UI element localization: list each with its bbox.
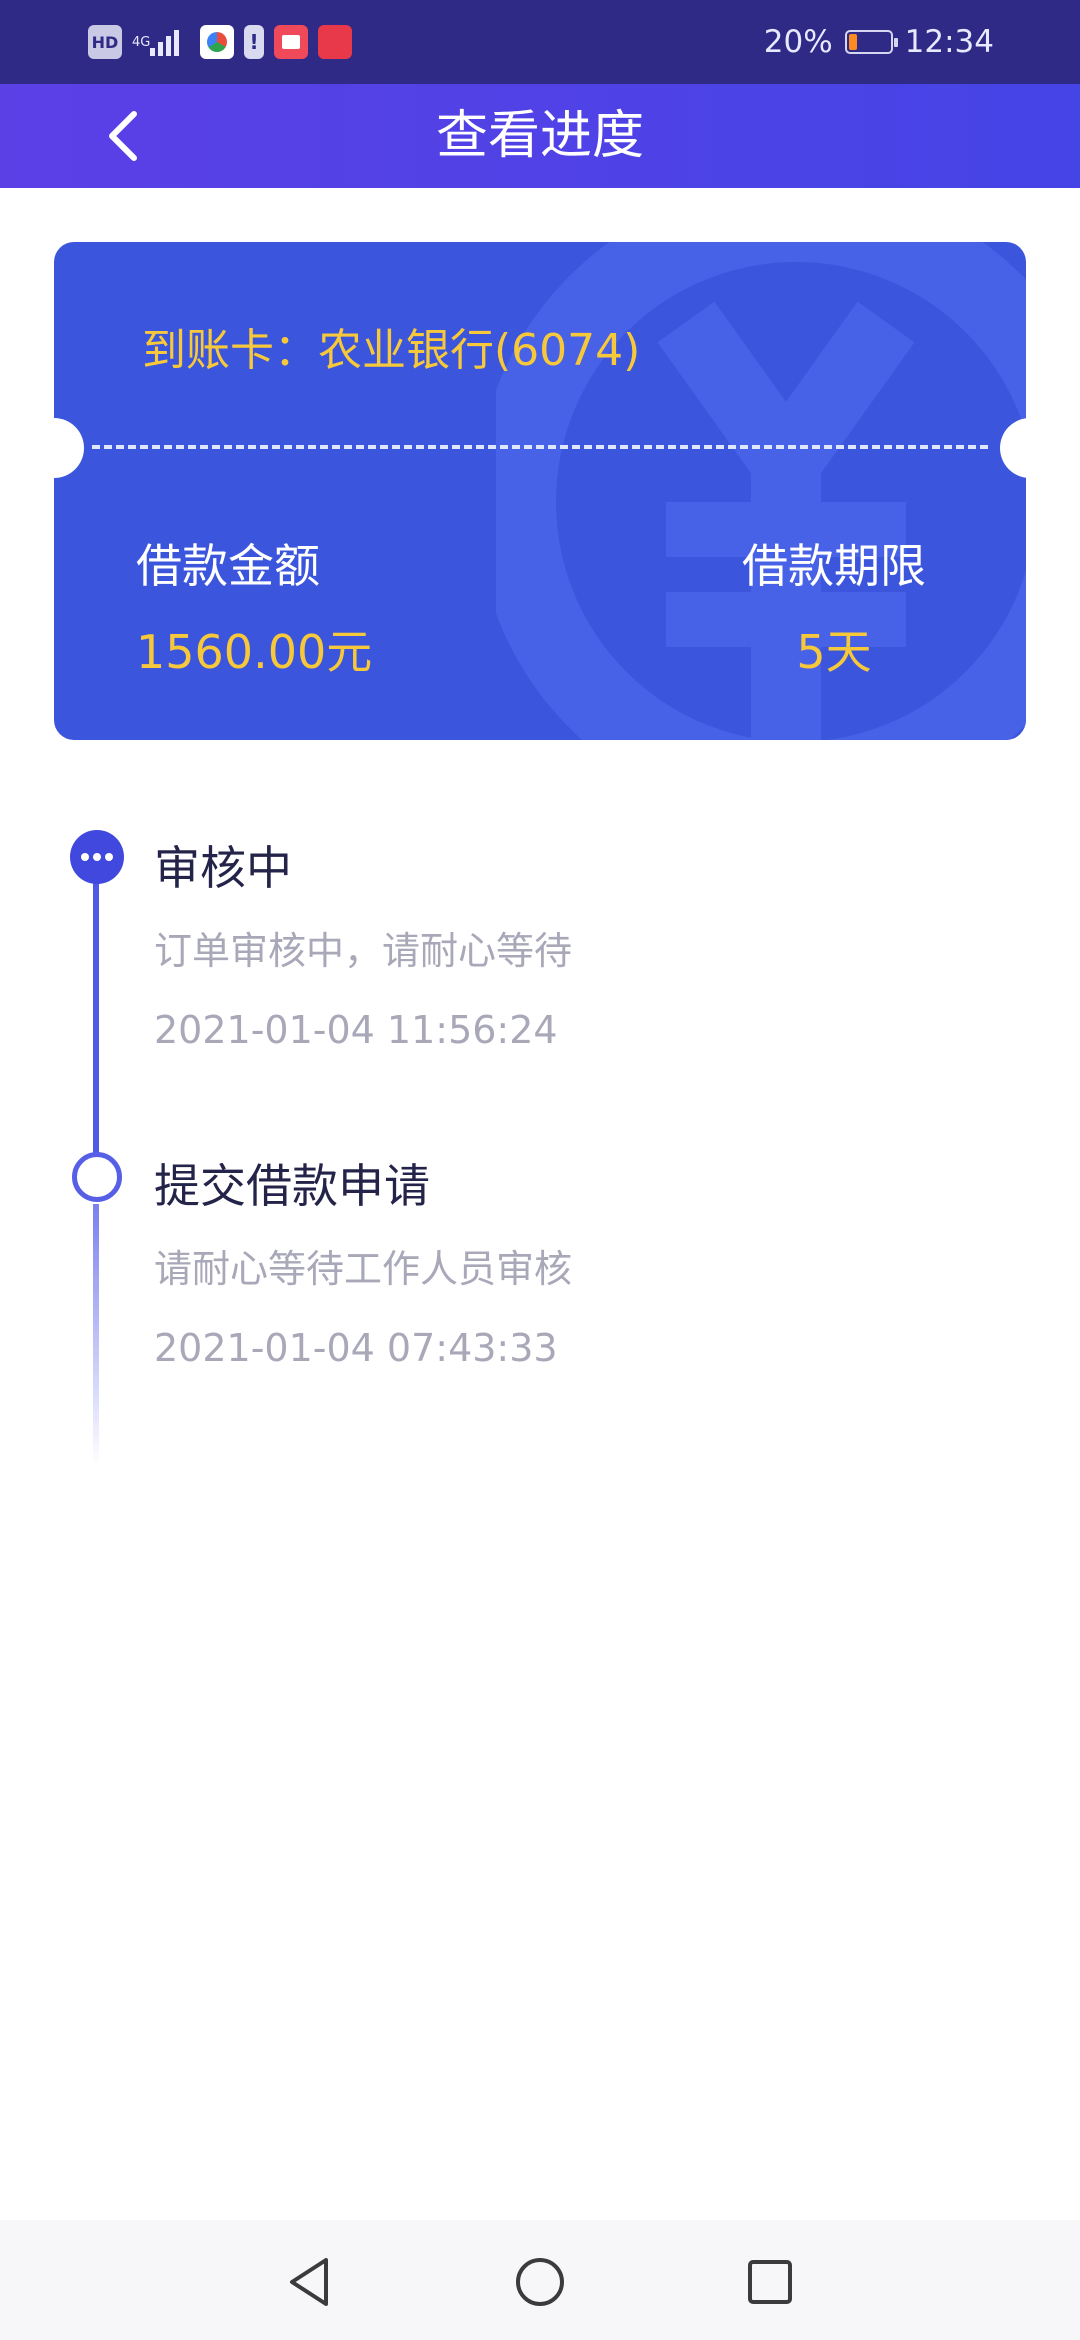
circle-icon (72, 1152, 122, 1202)
page-title: 查看进度 (435, 106, 644, 166)
nav-home-icon (516, 2258, 564, 2306)
nav-back-button[interactable] (282, 2254, 338, 2310)
signal-icon (150, 28, 180, 56)
timeline-step-desc: 请耐心等待工作人员审核 (154, 1247, 573, 1291)
more-dots-icon (70, 830, 124, 884)
nav-home-button[interactable] (512, 2254, 568, 2310)
timeline-line (93, 870, 99, 1160)
nav-back-icon (290, 2258, 328, 2306)
timeline-line-fade (93, 1204, 99, 1466)
hd-icon: HD (88, 25, 122, 59)
network-4g-icon: 4G (132, 25, 190, 59)
timeline-step-title: 提交借款申请 (154, 1159, 430, 1213)
battery-level (848, 34, 857, 50)
card-notch-right (1000, 418, 1060, 478)
network-label: 4G (132, 34, 151, 50)
nav-recent-button[interactable] (742, 2254, 798, 2310)
loan-term-value: 5天 (796, 625, 872, 679)
notification-alert-icon: ! (244, 25, 264, 59)
status-bar: HD 4G ! 20% 12:34 (0, 0, 1080, 84)
loan-term-label: 借款期限 (742, 539, 926, 593)
card-divider (92, 445, 988, 449)
status-icons-left: HD 4G ! (88, 22, 352, 62)
bank-account-line: 到账卡：农业银行(6074) (142, 325, 641, 376)
nav-recent-icon (748, 2260, 792, 2304)
status-icons-right: 20% 12:34 (764, 20, 994, 64)
timeline-step-time: 2021-01-04 11:56:24 (154, 1008, 558, 1052)
reader-app-icon (274, 25, 308, 59)
battery-percent: 20% (763, 24, 833, 60)
timeline-step-desc: 订单审核中，请耐心等待 (154, 929, 573, 973)
loan-card: 到账卡：农业银行(6074) 借款金额 1560.00元 借款期限 5天 (54, 242, 1026, 740)
loan-amount-value: 1560.00元 (136, 625, 373, 679)
loan-amount-label: 借款金额 (136, 539, 320, 593)
huawei-app-icon (318, 25, 352, 59)
clock: 12:34 (904, 24, 994, 60)
app-header: 查看进度 (0, 84, 1080, 188)
timeline-step-time: 2021-01-04 07:43:33 (154, 1326, 558, 1370)
browser-app-icon (200, 25, 234, 59)
battery-icon (844, 30, 898, 54)
timeline-step-title: 审核中 (154, 841, 292, 895)
system-nav-bar (0, 2220, 1080, 2340)
card-notch-left (24, 418, 84, 478)
